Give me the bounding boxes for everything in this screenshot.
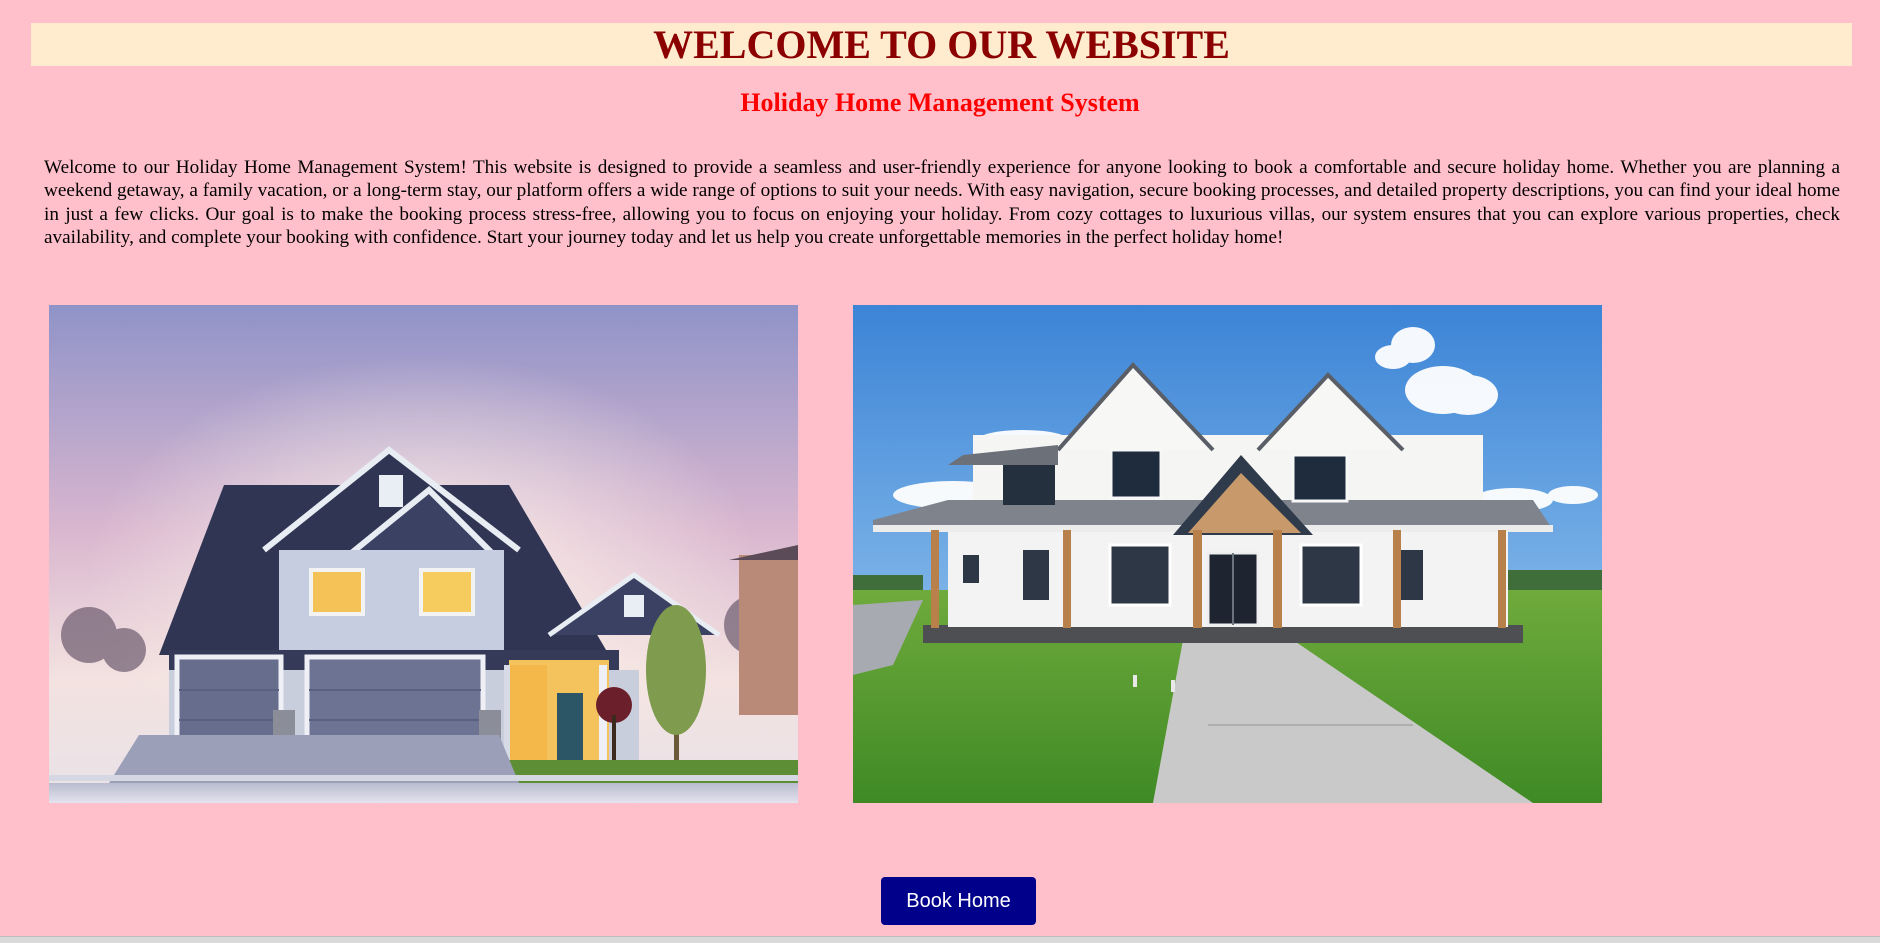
page-title: WELCOME TO OUR WEBSITE (653, 22, 1230, 67)
house-photo-dusk (49, 305, 798, 803)
intro-paragraph: Welcome to our Holiday Home Management S… (44, 157, 1840, 248)
house-photo-farmhouse (853, 305, 1602, 803)
page-subtitle: Holiday Home Management System (740, 88, 1140, 117)
book-home-button[interactable]: Book Home (881, 877, 1036, 925)
title-banner: WELCOME TO OUR WEBSITE (31, 23, 1852, 66)
